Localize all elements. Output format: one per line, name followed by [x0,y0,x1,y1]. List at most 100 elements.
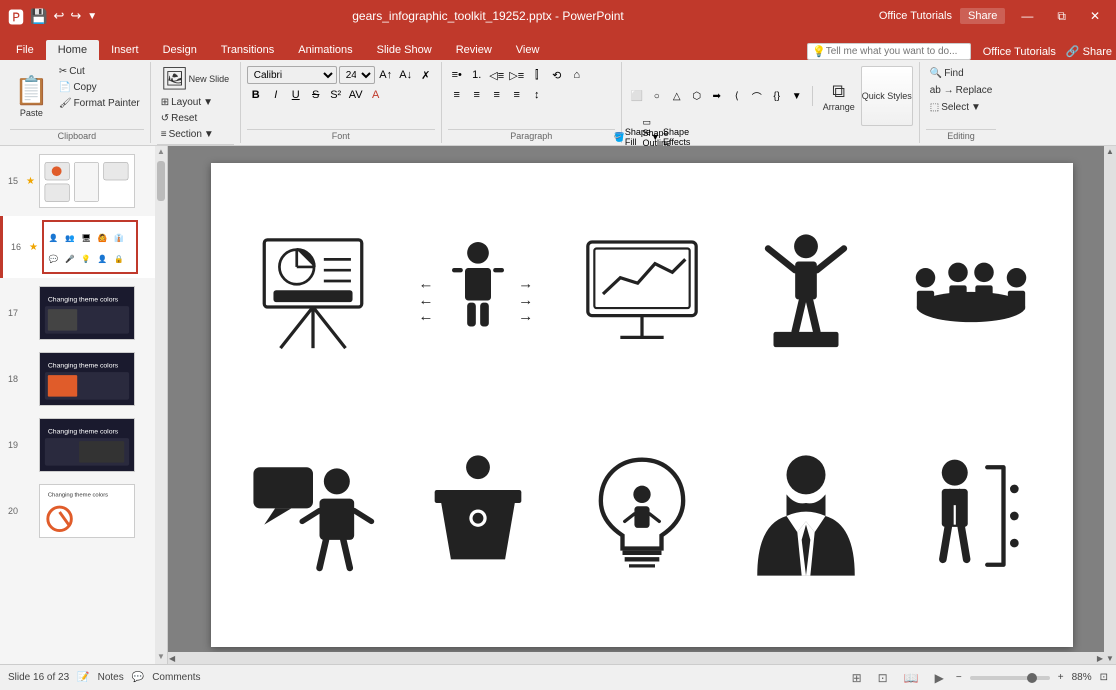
canvas-scrollbar-h[interactable]: ◀ ▶ [168,652,1104,664]
tell-me-box[interactable]: 💡 [807,43,971,60]
numbering-btn[interactable]: 1. [468,66,486,84]
icon-cell-3[interactable] [560,183,724,405]
increase-font-btn[interactable]: A↑ [377,66,395,84]
tab-animations[interactable]: Animations [286,40,364,60]
arrange-button[interactable]: ⧉ Arrange [819,79,859,114]
shape-7[interactable]: ⌒ [748,87,766,105]
tab-insert[interactable]: Insert [99,40,151,60]
slide-thumb-16[interactable]: 16 ★ 👤 👥 🖥 🙆 👔 💬 🎤 💡 👤 [0,216,167,278]
paste-button[interactable]: 📋 Paste [10,64,53,127]
justify-btn[interactable]: ≡ [508,86,526,104]
copy-button[interactable]: 📄Copy [55,80,144,95]
icon-cell-2[interactable]: ← ← ← → → → [395,183,559,405]
decrease-indent-btn[interactable]: ◁≡ [488,66,506,84]
customize-icon[interactable]: ▼ [87,11,97,22]
columns-btn[interactable]: ⫿ [528,66,546,84]
slide-thumb-19[interactable]: 19 ★ Changing theme colors [0,414,167,476]
share-label[interactable]: 🔗 Share [1066,45,1112,58]
office-tutorials-btn[interactable]: Office Tutorials [879,10,952,22]
select-button[interactable]: ⬚ Select ▼ [926,100,985,115]
bullets-btn[interactable]: ≡• [448,66,466,84]
shape-expand[interactable]: ▼ [788,87,806,105]
icon-cell-8[interactable] [560,405,724,627]
quick-styles-button[interactable]: Quick Styles [861,66,913,126]
italic-btn[interactable]: I [267,86,285,104]
scroll-down-arrow[interactable]: ▼ [155,651,167,662]
text-direction-btn[interactable]: ⟲ [548,66,566,84]
font-color-btn[interactable]: A [367,86,385,104]
slide-thumb-18[interactable]: 18 ★ Changing theme colors [0,348,167,410]
icon-cell-5[interactable] [889,183,1053,405]
slide-notes-btn[interactable]: Notes [98,672,124,683]
align-left-btn[interactable]: ≡ [448,86,466,104]
shape-effects-btn[interactable]: Shape Effects [668,128,686,146]
slide-thumb-17[interactable]: 17 ★ Changing theme colors [0,282,167,344]
icon-cell-9[interactable] [724,405,888,627]
tab-review[interactable]: Review [444,40,504,60]
font-family-select[interactable]: Calibri [247,66,337,84]
icon-cell-4[interactable] [724,183,888,405]
underline-btn[interactable]: U [287,86,305,104]
undo-icon[interactable]: ↩ [53,8,64,24]
strikethrough-btn[interactable]: S [307,86,325,104]
section-button[interactable]: ≡ Section ▼ [157,127,218,142]
slide-thumb-15[interactable]: 15 ★ [0,150,167,212]
icon-cell-1[interactable] [231,183,395,405]
canvas-scrollbar-v[interactable]: ▲ ▼ [1104,146,1116,664]
font-size-select[interactable]: 24 [339,66,375,84]
shape-1[interactable]: ⬜ [628,87,646,105]
decrease-font-btn[interactable]: A↓ [397,66,415,84]
tab-slideshow[interactable]: Slide Show [365,40,444,60]
format-painter-button[interactable]: 🖌Format Painter [55,96,144,111]
bold-btn[interactable]: B [247,86,265,104]
restore-btn[interactable]: ⧉ [1049,7,1074,26]
shape-6[interactable]: ⟨ [728,87,746,105]
zoom-level[interactable]: 88% [1072,672,1092,683]
tell-me-input[interactable] [826,46,966,57]
tab-file[interactable]: File [4,40,46,60]
shape-3[interactable]: △ [668,87,686,105]
reset-button[interactable]: ↺ Reset [157,111,202,126]
cut-button[interactable]: ✂Cut [55,64,144,79]
char-spacing-btn[interactable]: AV [347,86,365,104]
smartart-btn[interactable]: ⌂ [568,66,586,84]
shape-4[interactable]: ⬡ [688,87,706,105]
comments-btn[interactable]: Comments [152,672,200,683]
align-right-btn[interactable]: ≡ [488,86,506,104]
shadow-btn[interactable]: S² [327,86,345,104]
share-btn[interactable]: Share [960,8,1005,24]
zoom-in-btn[interactable]: + [1058,672,1064,683]
normal-view-btn[interactable]: ⊞ [848,669,866,687]
canvas-scroll-up[interactable]: ▲ [1105,146,1115,157]
slide-panel-scrollbar[interactable]: ▲ ▼ [155,146,167,664]
scroll-up-arrow[interactable]: ▲ [155,146,167,157]
shape-2[interactable]: ○ [648,87,666,105]
find-button[interactable]: 🔍 Find [926,66,968,81]
fit-btn[interactable]: ⊡ [1100,672,1108,683]
icon-cell-10[interactable] [889,405,1053,627]
slide-thumb-20[interactable]: 20 ★ Changing theme colors [0,480,167,542]
slide-sorter-btn[interactable]: ⊡ [874,669,892,687]
save-icon[interactable]: 💾 [30,8,47,25]
icon-cell-6[interactable] [231,405,395,627]
shape-5[interactable]: ➡ [708,87,726,105]
increase-indent-btn[interactable]: ▷≡ [508,66,526,84]
redo-icon[interactable]: ↪ [70,8,81,24]
office-tutorials-label[interactable]: Office Tutorials [983,46,1056,58]
zoom-thumb[interactable] [1027,673,1037,683]
reading-view-btn[interactable]: 📖 [900,669,923,687]
slideshow-btn[interactable]: ▶ [931,669,948,687]
canvas-scroll-left[interactable]: ◀ [168,654,176,663]
tab-home[interactable]: Home [46,40,99,60]
new-slide-button[interactable]: 🖼 New Slide [157,64,233,94]
canvas-scroll-right[interactable]: ▶ [1096,654,1104,663]
tab-view[interactable]: View [504,40,552,60]
shape-8[interactable]: {} [768,87,786,105]
minimize-btn[interactable]: — [1013,7,1041,25]
icon-cell-7[interactable] [395,405,559,627]
close-btn[interactable]: ✕ [1082,7,1108,25]
line-spacing-btn[interactable]: ↕ [528,86,546,104]
tab-transitions[interactable]: Transitions [209,40,286,60]
layout-button[interactable]: ⊞ Layout ▼ [157,95,217,110]
scroll-thumb[interactable] [157,161,165,201]
